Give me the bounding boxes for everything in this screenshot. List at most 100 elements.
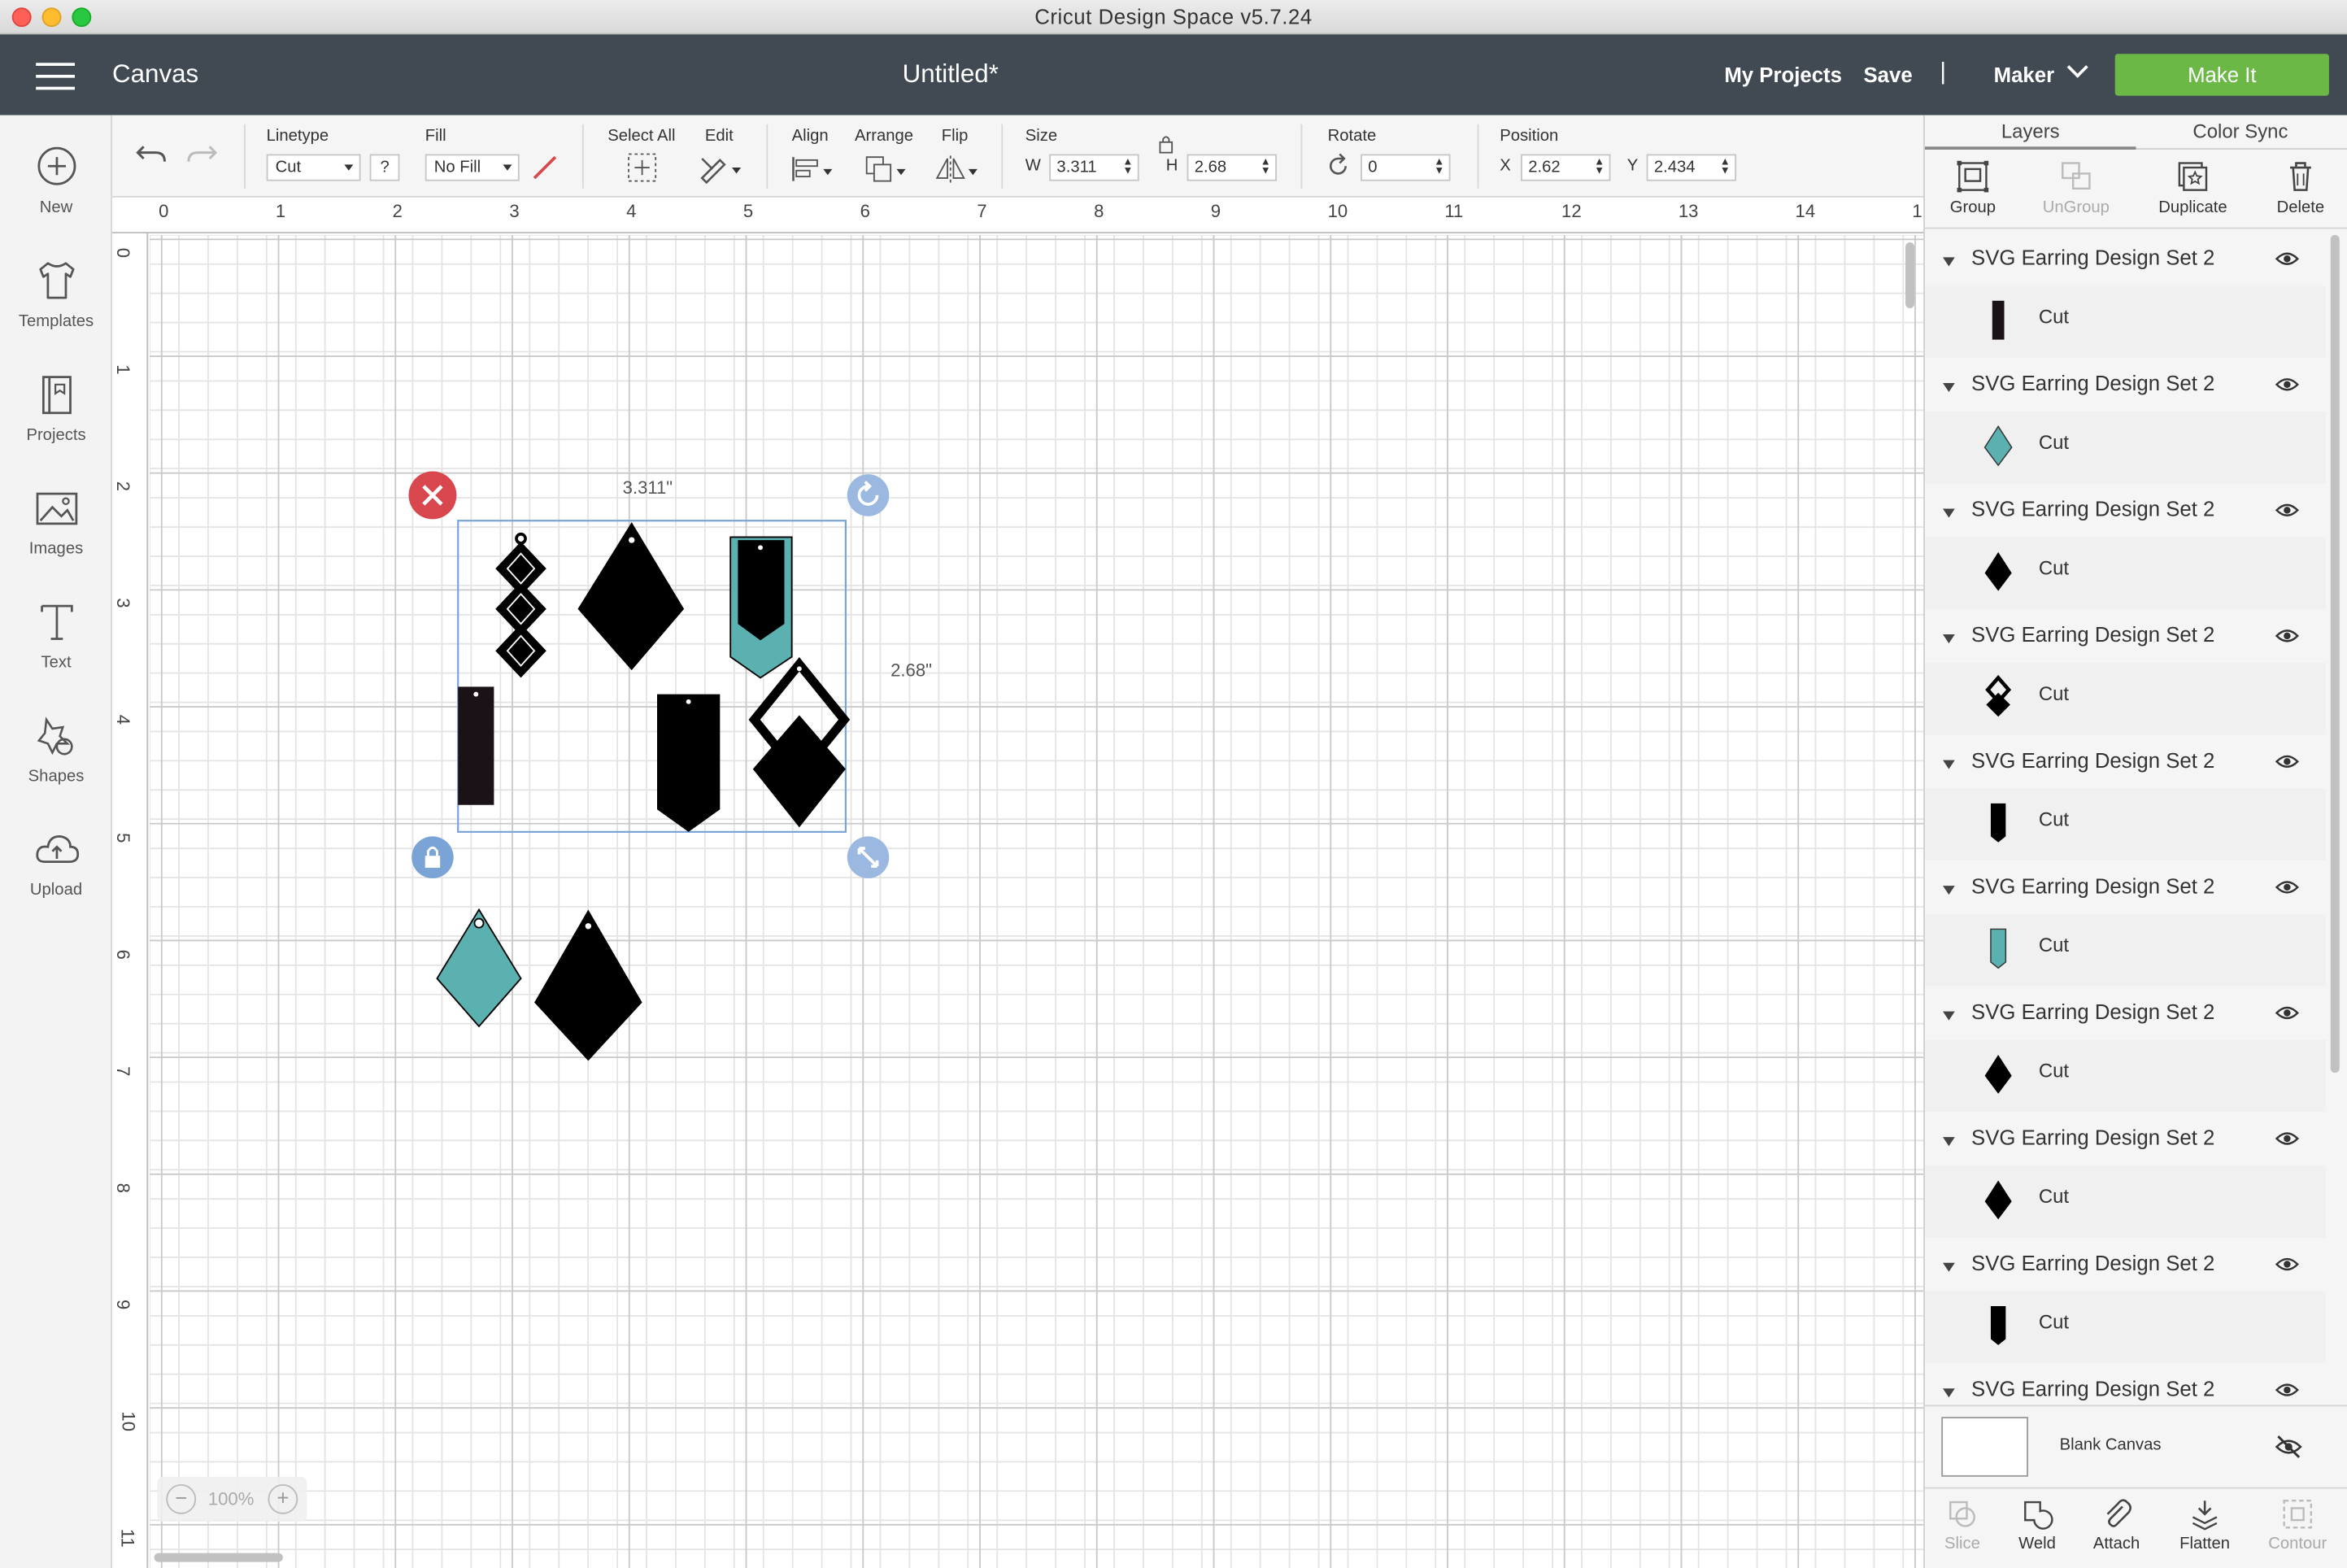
delete-button[interactable]: Delete [2256,159,2345,217]
blank-canvas-row[interactable]: Blank Canvas [1924,1405,2347,1487]
my-projects-link[interactable]: My Projects [1724,63,1842,86]
layer-sub-item[interactable]: Cut [1924,411,2327,484]
horizontal-scrollbar[interactable] [154,1553,283,1562]
window-minimize-button[interactable] [41,7,62,28]
blank-canvas-swatch[interactable] [1941,1417,2028,1477]
window-zoom-button[interactable] [72,7,92,28]
contour-button[interactable]: Contour [2260,1498,2335,1553]
eye-icon[interactable] [2275,624,2299,647]
earring-black-bar[interactable] [458,686,494,805]
earring-diamond-chain[interactable] [495,532,546,678]
zoom-out-button[interactable]: − [166,1483,197,1514]
sidebar-item-templates[interactable]: Templates [0,256,112,331]
slice-button[interactable]: Slice [1925,1498,2000,1553]
weld-button[interactable]: Weld [2000,1498,2075,1553]
x-position-input[interactable]: 2.62 ▲ ▼ [1521,154,1611,181]
sidebar-item-new[interactable]: New [0,142,112,217]
layer-sub-item[interactable]: Cut [1924,1165,2327,1238]
eye-icon[interactable] [2275,1001,2299,1025]
eye-icon[interactable] [2275,1378,2299,1401]
layers-scrollbar[interactable] [2330,234,2340,1074]
layer-group[interactable]: SVG Earring Design Set 2 Cut [1924,483,2327,609]
earring-teal-diamond[interactable] [436,908,522,1028]
selection-rotate-handle[interactable] [847,474,890,516]
eye-icon[interactable] [2275,750,2299,773]
ungroup-button[interactable]: UnGroup [2031,159,2121,217]
layer-sub-item[interactable]: Cut [1924,914,2327,987]
layer-group[interactable]: SVG Earring Design Set 2 Cut [1924,357,2327,484]
align-icon[interactable] [789,153,837,185]
earring-double-diamond[interactable] [748,657,851,828]
flatten-button[interactable]: Flatten [2167,1498,2242,1553]
lock-proportions-icon[interactable] [1157,133,1175,155]
save-link[interactable]: Save [1863,63,1912,86]
vertical-scrollbar[interactable] [1905,242,1915,308]
earring-teal-tag[interactable] [729,536,793,679]
stepper-icon[interactable]: ▲ ▼ [1434,157,1444,176]
design-canvas[interactable]: 0 1 2 3 4 5 6 7 8 9 10 11 12 13 14 1 0 1 2 3 4 5 6 7 8 9 10 11 [112,197,1924,1568]
redo-icon[interactable] [185,141,218,168]
earring-black-tag[interactable] [657,694,721,832]
layer-sub-item[interactable]: Cut [1924,788,2327,860]
earring-black-kite-2[interactable] [534,909,642,1061]
collapse-triangle-icon[interactable] [1943,1388,1955,1398]
edit-tools-icon[interactable] [698,151,746,185]
machine-selector[interactable]: Maker [1994,63,2054,86]
height-input[interactable]: 2.68 ▲ ▼ [1187,154,1277,181]
layer-group[interactable]: SVG Earring Design Set 2 Cut [1924,986,2327,1112]
rotate-input[interactable]: 0 ▲ ▼ [1361,154,1451,181]
select-all-icon[interactable] [625,151,658,184]
group-button[interactable]: Group [1928,159,2018,217]
layer-group[interactable]: SVG Earring Design Set 2 Cut [1924,860,2327,987]
sidebar-item-shapes[interactable]: Shapes [0,711,112,786]
undo-icon[interactable] [135,141,168,168]
eye-icon[interactable] [2275,1252,2299,1276]
fill-select[interactable]: No Fill [425,154,520,181]
flip-icon[interactable] [934,153,982,185]
eye-icon[interactable] [2275,1126,2299,1150]
collapse-triangle-icon[interactable] [1943,634,1955,644]
layer-group[interactable]: SVG Earring Design Set 2 Cut [1924,232,2327,358]
layer-sub-item[interactable]: Cut [1924,1291,2327,1363]
eye-hidden-icon[interactable] [2275,1435,2302,1458]
selection-resize-handle[interactable] [847,836,890,878]
stepper-icon[interactable]: ▲ ▼ [1594,157,1605,176]
eye-icon[interactable] [2275,247,2299,271]
collapse-triangle-icon[interactable] [1943,1011,1955,1021]
eye-icon[interactable] [2275,372,2299,396]
collapse-triangle-icon[interactable] [1943,760,1955,769]
collapse-triangle-icon[interactable] [1943,886,1955,895]
collapse-triangle-icon[interactable] [1943,1137,1955,1147]
selection-lock-handle[interactable] [411,836,454,878]
chevron-down-icon[interactable] [2066,56,2088,78]
stepper-icon[interactable]: ▲ ▼ [1261,157,1271,176]
collapse-triangle-icon[interactable] [1943,1262,1955,1272]
layer-group[interactable]: SVG Earring Design Set 2 Cut [1924,1237,2327,1363]
duplicate-button[interactable]: Duplicate [2148,159,2237,217]
eye-icon[interactable] [2275,875,2299,899]
linetype-help-button[interactable]: ? [369,154,400,181]
layer-sub-item[interactable]: Cut [1924,662,2327,735]
window-close-button[interactable] [11,7,32,28]
collapse-triangle-icon[interactable] [1943,257,1955,267]
no-fill-swatch-icon[interactable] [530,153,560,183]
stepper-icon[interactable]: ▲ ▼ [1123,157,1134,176]
arrange-icon[interactable] [862,153,910,185]
layer-sub-item[interactable]: Cut [1924,1039,2327,1112]
layer-group[interactable]: SVG Earring Design Set 2 Cut [1924,1111,2327,1238]
sidebar-item-images[interactable]: Images [0,483,112,558]
tab-layers[interactable]: Layers [2001,120,2060,142]
sidebar-item-text[interactable]: Text [0,597,112,672]
layer-group[interactable]: SVG Earring Design Set 2 Cut [1924,608,2327,735]
collapse-triangle-icon[interactable] [1943,508,1955,518]
linetype-select[interactable]: Cut [266,154,361,181]
tab-color-sync[interactable]: Color Sync [2192,120,2288,142]
zoom-in-button[interactable]: + [268,1483,298,1514]
sidebar-item-upload[interactable]: Upload [0,825,112,899]
y-position-input[interactable]: 2.434 ▲ ▼ [1646,154,1737,181]
attach-button[interactable]: Attach [2079,1498,2154,1553]
collapse-triangle-icon[interactable] [1943,382,1955,392]
stepper-icon[interactable]: ▲ ▼ [1720,157,1731,176]
layer-sub-item[interactable]: Cut [1924,285,2327,358]
width-input[interactable]: 3.311 ▲ ▼ [1049,154,1139,181]
